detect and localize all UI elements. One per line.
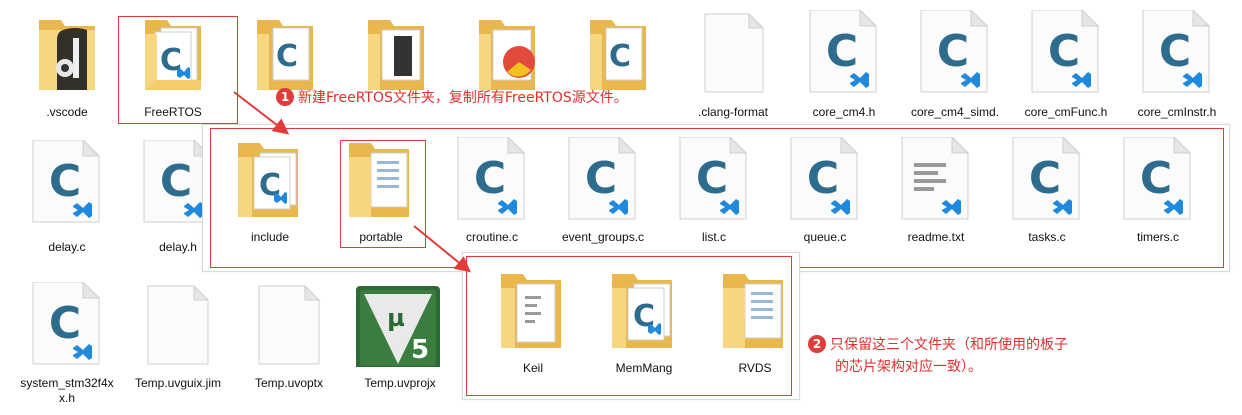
file-temp-uvprojx[interactable]: µ 5 Temp.uvprojx xyxy=(350,282,450,412)
file-list-c[interactable]: list.c xyxy=(664,137,764,252)
text-file-icon xyxy=(901,137,970,220)
step-2-text-line2: 的芯片架构对应一致）。 xyxy=(835,359,982,375)
blank-file-icon xyxy=(147,284,210,365)
c-folder-icon: C xyxy=(238,143,298,217)
c-file-icon xyxy=(32,282,101,365)
step-2-badge: 2 xyxy=(808,335,826,353)
svg-text:µ: µ xyxy=(387,304,405,332)
file-clang-format[interactable]: .clang-format xyxy=(683,10,783,120)
blank-file-icon xyxy=(704,12,765,93)
c-file-icon xyxy=(32,140,101,223)
item-label: include xyxy=(250,230,290,244)
svg-text:C: C xyxy=(276,39,298,74)
folder-keil[interactable]: Keil xyxy=(483,268,583,383)
item-label: .vscode xyxy=(46,105,88,119)
item-label: RVDS xyxy=(738,361,772,375)
step-1-text: 新建FreeRTOS文件夹，复制所有FreeRTOS源文件。 xyxy=(298,90,628,106)
item-label: Temp.uvprojx xyxy=(364,376,436,390)
file-croutine-c[interactable]: croutine.c xyxy=(442,137,542,252)
item-label: Temp.uvguix.jim xyxy=(134,376,222,390)
file-queue-c[interactable]: queue.c xyxy=(775,137,875,252)
svg-text:C: C xyxy=(609,39,631,74)
c-file-icon xyxy=(679,137,748,220)
c-file-icon xyxy=(790,137,859,220)
chrome-folder-icon xyxy=(479,20,535,90)
vscode-folder-icon xyxy=(39,20,95,90)
file-event-groups-c[interactable]: event_groups.c xyxy=(553,137,653,252)
file-timers-c[interactable]: timers.c xyxy=(1108,137,1208,252)
file-delay-c[interactable]: delay.c xyxy=(17,140,117,260)
item-label: FreeRTOS xyxy=(144,105,202,119)
item-label: core_cm4_simd. xyxy=(910,105,1000,119)
file-readme-txt[interactable]: readme.txt xyxy=(886,137,986,252)
item-label: croutine.c xyxy=(465,230,519,244)
step-1-badge: 1 xyxy=(276,88,294,106)
folder-freertos[interactable]: C FreeRTOS xyxy=(123,10,223,120)
item-label: readme.txt xyxy=(907,230,965,244)
doc-folder-icon xyxy=(349,143,409,217)
file-core-cm4-simd[interactable]: core_cm4_simd. xyxy=(905,10,1005,120)
doc-folder-icon xyxy=(368,20,424,90)
doc-folder-icon xyxy=(723,274,783,348)
keil-mu5-icon: µ 5 xyxy=(356,286,440,367)
folder-rvds[interactable]: RVDS xyxy=(705,268,805,383)
file-core-cmfunc-h[interactable]: core_cmFunc.h xyxy=(1016,10,1116,120)
item-label: portable xyxy=(359,230,403,244)
folder-vscode[interactable]: .vscode xyxy=(17,10,117,120)
c-file-icon xyxy=(1012,137,1081,220)
item-label: system_stm32f4xx.h xyxy=(20,376,114,405)
item-label: event_groups.c xyxy=(561,230,645,244)
item-label: core_cmInstr.h xyxy=(1137,105,1217,119)
item-label: core_cmFunc.h xyxy=(1024,105,1108,119)
file-core-cminstr-h[interactable]: core_cmInstr.h xyxy=(1127,10,1227,120)
annotation-step-1: 1 新建FreeRTOS文件夹，复制所有FreeRTOS源文件。 xyxy=(276,87,628,109)
c-file-icon xyxy=(568,137,637,220)
item-label: timers.c xyxy=(1137,230,1179,244)
file-tasks-c[interactable]: tasks.c xyxy=(997,137,1097,252)
item-label: Keil xyxy=(522,361,543,375)
c-file-icon xyxy=(1123,137,1192,220)
c-file-icon xyxy=(457,137,526,220)
item-label: tasks.c xyxy=(1028,230,1066,244)
item-label: Temp.uvoptx xyxy=(254,376,324,390)
c-file-icon xyxy=(809,10,878,93)
c-folder-icon: C xyxy=(257,20,313,90)
c-file-icon xyxy=(920,10,989,93)
item-label: MemMang xyxy=(615,361,673,375)
file-core-cm4-h[interactable]: core_cm4.h xyxy=(794,10,894,120)
svg-text:5: 5 xyxy=(411,335,429,365)
text-folder-icon xyxy=(501,274,561,348)
file-system-stm32f4xx-h[interactable]: system_stm32f4xx.h xyxy=(17,282,117,412)
item-label: list.c xyxy=(702,230,726,244)
c-folder-icon: C xyxy=(145,20,201,90)
item-label: core_cm4.h xyxy=(812,105,876,119)
item-label: delay.c xyxy=(48,240,86,254)
folder-portable[interactable]: portable xyxy=(331,137,431,252)
c-file-icon xyxy=(1142,10,1211,93)
folder-memmang[interactable]: C MemMang xyxy=(594,268,694,383)
item-label: queue.c xyxy=(803,230,847,244)
c-folder-icon: C xyxy=(590,20,646,90)
file-temp-uvoptx[interactable]: Temp.uvoptx xyxy=(239,282,339,412)
folder-include[interactable]: C include xyxy=(220,137,320,252)
c-folder-icon: C xyxy=(612,274,672,348)
file-temp-uvguix[interactable]: Temp.uvguix.jim xyxy=(128,282,228,412)
item-label: .clang-format xyxy=(697,105,769,119)
c-file-icon xyxy=(1031,10,1100,93)
step-2-text-line1: 只保留这三个文件夹（和所使用的板子 xyxy=(830,337,1068,353)
blank-file-icon xyxy=(258,284,321,365)
annotation-step-2: 2 只保留这三个文件夹（和所使用的板子 的芯片架构对应一致）。 xyxy=(808,334,1068,378)
